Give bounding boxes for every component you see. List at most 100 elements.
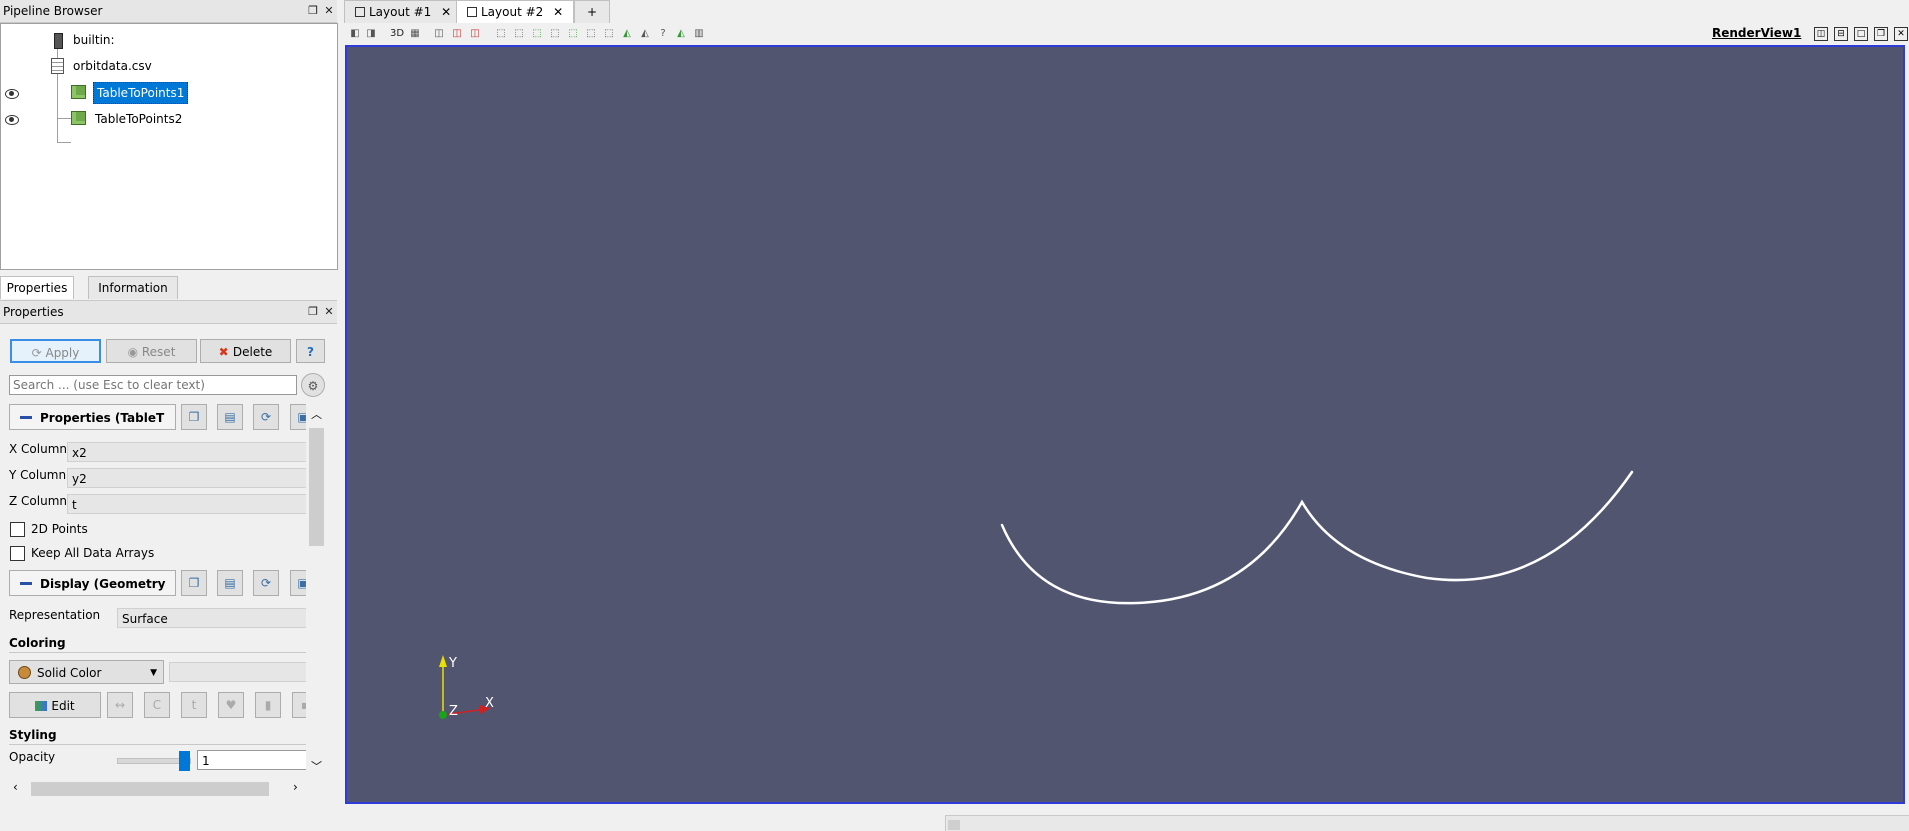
- properties-vertical-scrollbar[interactable]: ︿ ﹀: [308, 406, 325, 776]
- render-canvas[interactable]: Y X Z: [347, 47, 1903, 802]
- tree-item-orbitdata[interactable]: orbitdata.csv: [49, 55, 249, 77]
- tab-add-layout[interactable]: +: [574, 0, 611, 23]
- save-icon[interactable]: ▣: [290, 404, 306, 430]
- tree-item-label: TableToPoints2: [95, 112, 183, 126]
- rescale-range-icon[interactable]: ↔: [107, 692, 133, 718]
- save-icon[interactable]: ▣: [290, 570, 306, 596]
- tab-layout-1[interactable]: Layout #1 ✕: [344, 0, 463, 23]
- pick-center-icon[interactable]: ◫: [468, 27, 482, 41]
- paste-icon[interactable]: ▤: [217, 570, 243, 596]
- opacity-slider-thumb[interactable]: [179, 751, 190, 771]
- toggle-3d-button[interactable]: 3D: [388, 27, 406, 41]
- opacity-input[interactable]: 1: [197, 750, 306, 770]
- coloring-component-select[interactable]: [169, 662, 306, 682]
- y-column-select[interactable]: y2: [67, 468, 306, 488]
- paste-icon[interactable]: ▤: [217, 404, 243, 430]
- split-horizontal-icon[interactable]: ◫: [1814, 27, 1828, 41]
- tree-item-builtin[interactable]: builtin:: [49, 29, 249, 51]
- coloring-title: Coloring: [9, 636, 66, 650]
- visibility-eye-icon[interactable]: [5, 115, 19, 125]
- hover-points-icon[interactable]: ◭: [638, 27, 652, 41]
- grow-selection-icon[interactable]: ◭: [674, 27, 688, 41]
- close-view-icon[interactable]: ✕: [1894, 27, 1908, 41]
- advanced-settings-gear-icon[interactable]: ⚙: [301, 373, 325, 397]
- edit-color-button[interactable]: Edit: [9, 692, 101, 718]
- refresh-icon[interactable]: ⟳: [253, 404, 279, 430]
- tree-item-tabletopoints1[interactable]: TableToPoints1: [71, 81, 271, 104]
- select-cells-through-icon[interactable]: ⬚: [548, 27, 562, 41]
- restore-icon[interactable]: ❐: [1874, 27, 1888, 41]
- render-view[interactable]: Y X Z: [345, 45, 1905, 804]
- tab-properties[interactable]: Properties: [0, 276, 74, 299]
- visibility-eye-icon[interactable]: [5, 89, 19, 99]
- show-center-icon[interactable]: ◫: [432, 27, 446, 41]
- tree-item-label: builtin:: [73, 33, 115, 47]
- coloring-select[interactable]: Solid Color ▼: [9, 660, 164, 684]
- keep-arrays-checkbox[interactable]: [10, 546, 25, 561]
- coloring-value: Solid Color: [37, 666, 102, 680]
- float-icon[interactable]: ❐: [306, 0, 320, 22]
- maximize-icon[interactable]: □: [1854, 27, 1868, 41]
- hover-cells-icon[interactable]: ?: [656, 27, 670, 41]
- x-column-select[interactable]: x2: [67, 442, 306, 462]
- properties-horizontal-scrollbar[interactable]: ‹ ›: [9, 780, 309, 798]
- close-icon[interactable]: ✕: [441, 5, 451, 19]
- section-properties-toggle[interactable]: Properties (TableT: [9, 404, 176, 430]
- tree-item-tabletopoints2[interactable]: TableToPoints2: [71, 107, 271, 129]
- tree-line: [57, 118, 71, 119]
- tab-label: Layout #2: [481, 5, 544, 19]
- opacity-slider[interactable]: [117, 751, 191, 771]
- more-options-icon[interactable]: ▪: [292, 692, 306, 718]
- reset-button[interactable]: ◉ Reset: [106, 339, 197, 363]
- select-points-on-icon[interactable]: ⬚: [530, 27, 544, 41]
- scrollbar-thumb[interactable]: [31, 782, 269, 796]
- divider: [9, 744, 306, 745]
- select-cells-on-icon[interactable]: ⬚: [512, 27, 526, 41]
- close-icon[interactable]: ✕: [322, 301, 336, 323]
- close-icon[interactable]: ✕: [553, 5, 563, 19]
- rescale-temporal-icon[interactable]: t: [181, 692, 207, 718]
- interaction-mode-icon[interactable]: ▦: [408, 27, 422, 41]
- clear-selection-icon[interactable]: ▥: [692, 27, 706, 41]
- scroll-up-icon[interactable]: ︿: [311, 406, 322, 422]
- float-icon[interactable]: ❐: [306, 301, 320, 323]
- reset-center-icon[interactable]: ◫: [450, 27, 464, 41]
- search-input[interactable]: [9, 375, 297, 395]
- 2d-points-checkbox[interactable]: [10, 522, 25, 537]
- scrollbar-thumb[interactable]: [309, 428, 324, 546]
- copy-icon[interactable]: ❐: [181, 570, 207, 596]
- csv-file-icon: [51, 58, 64, 74]
- z-column-select[interactable]: t: [67, 494, 306, 514]
- interactive-select-icon[interactable]: ◭: [620, 27, 634, 41]
- edit-label: Edit: [51, 699, 75, 713]
- reset-icon: ◉: [127, 345, 142, 359]
- tab-label: +: [587, 5, 598, 19]
- split-vertical-icon[interactable]: ⊟: [1834, 27, 1848, 41]
- camera-undo-icon[interactable]: ◨: [364, 27, 378, 41]
- scroll-down-icon[interactable]: ﹀: [311, 758, 322, 774]
- representation-select[interactable]: Surface: [117, 608, 306, 628]
- refresh-icon[interactable]: ⟳: [253, 570, 279, 596]
- copy-icon[interactable]: ❐: [181, 404, 207, 430]
- capture-screenshot-icon[interactable]: ◧: [348, 27, 362, 41]
- render-view-label: RenderView1: [1712, 26, 1802, 40]
- toggle-scalar-bar-icon[interactable]: ▮: [255, 692, 281, 718]
- help-button[interactable]: ?: [296, 339, 325, 363]
- delete-button[interactable]: ✖ Delete: [200, 339, 291, 363]
- tab-information[interactable]: Information: [88, 276, 178, 299]
- select-polygon-cells-icon[interactable]: ⬚: [584, 27, 598, 41]
- zoom-to-box-icon[interactable]: ⬚: [494, 27, 508, 41]
- apply-button[interactable]: ⟳ Apply: [10, 339, 101, 363]
- tab-layout-2[interactable]: Layout #2 ✕: [456, 0, 575, 24]
- rescale-custom-icon[interactable]: C: [144, 692, 170, 718]
- select-polygon-points-icon[interactable]: ⬚: [602, 27, 616, 41]
- divider: [9, 652, 306, 653]
- close-icon[interactable]: ✕: [322, 0, 336, 22]
- colormap-presets-icon[interactable]: ♥: [218, 692, 244, 718]
- scroll-right-icon[interactable]: ›: [293, 780, 298, 794]
- section-display-toggle[interactable]: Display (Geometry: [9, 570, 176, 596]
- select-points-through-icon[interactable]: ⬚: [566, 27, 580, 41]
- layout-tab-icon: [467, 7, 477, 17]
- scroll-left-icon[interactable]: ‹: [13, 780, 18, 794]
- tree-item-label: TableToPoints1: [93, 82, 189, 104]
